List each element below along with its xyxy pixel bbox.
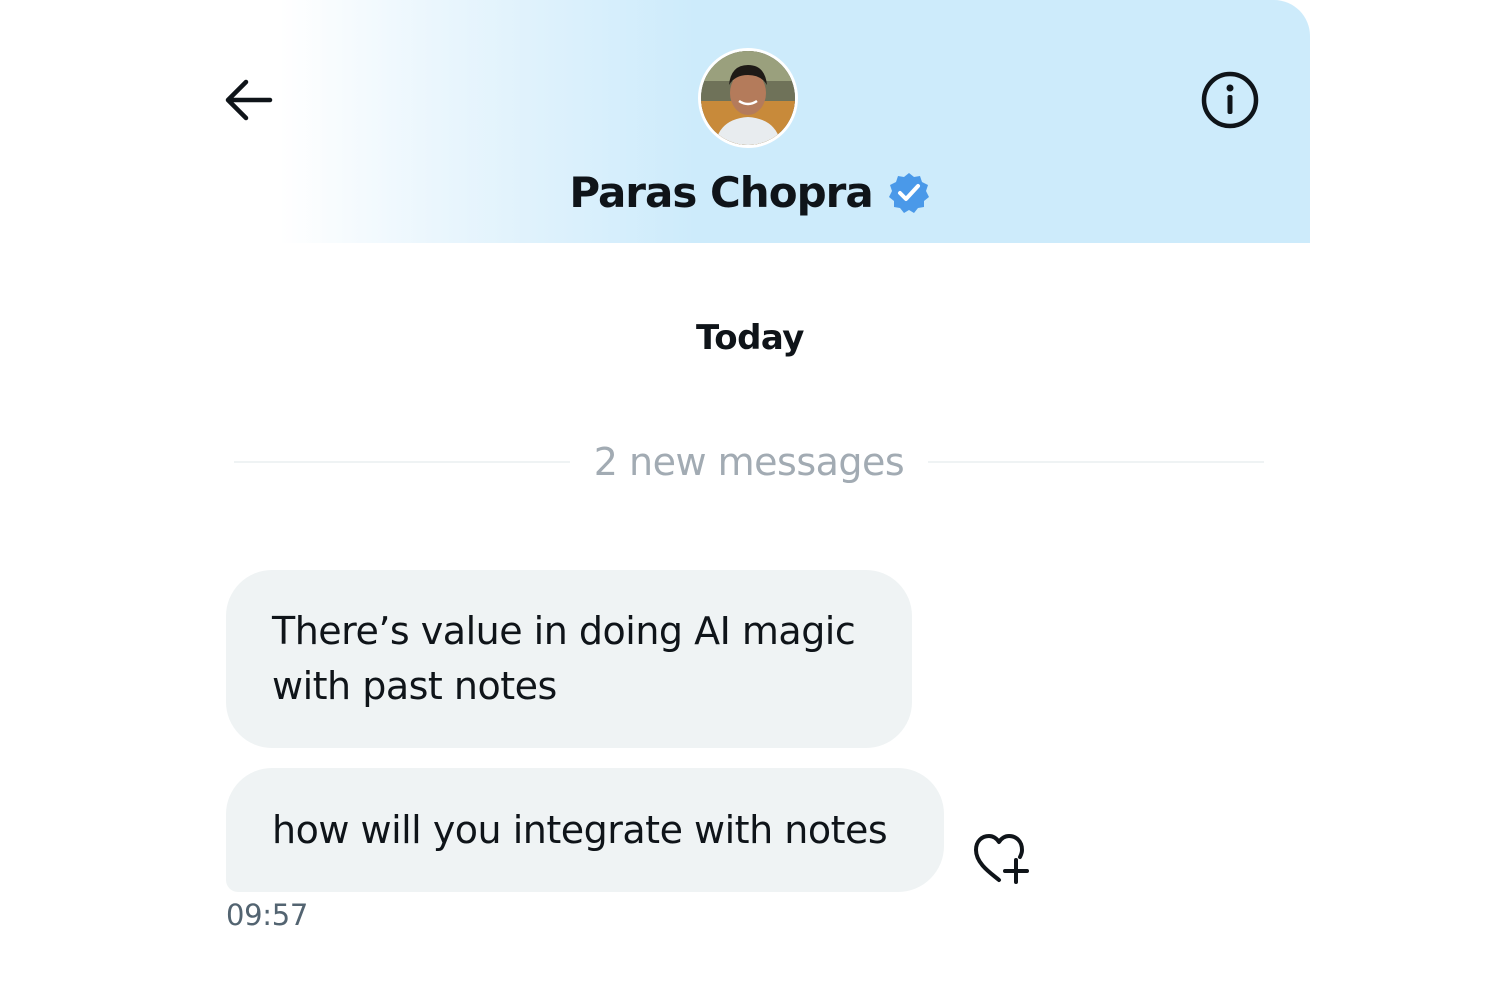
- contact-name: Paras Chopra: [569, 167, 873, 217]
- message-text: how will you integrate with notes: [272, 807, 888, 852]
- back-button[interactable]: [220, 72, 276, 128]
- divider-line-right: [928, 461, 1265, 463]
- divider-line-left: [234, 461, 570, 463]
- add-reaction-button[interactable]: [968, 828, 1034, 890]
- contact-name-row: Paras Chopra: [190, 160, 1310, 224]
- info-circle-icon: [1201, 71, 1259, 129]
- arrow-left-icon: [225, 79, 273, 121]
- dm-conversation-screen: Paras Chopra Today 2 new messages There’…: [190, 0, 1310, 1000]
- heart-plus-icon: [974, 834, 1029, 884]
- conversation-info-button[interactable]: [1200, 70, 1260, 130]
- avatar-image: [701, 51, 795, 145]
- message-text: There’s value in doing AI magic with pas…: [272, 609, 856, 708]
- message-bubble[interactable]: how will you integrate with notes: [226, 768, 944, 892]
- new-messages-label: 2 new messages: [593, 440, 905, 484]
- new-messages-divider: 2 new messages: [234, 432, 1265, 492]
- avatar[interactable]: [698, 48, 798, 148]
- message-bubble[interactable]: There’s value in doing AI magic with pas…: [226, 570, 912, 748]
- verified-badge-icon: [887, 171, 931, 215]
- conversation-header: Paras Chopra: [190, 0, 1310, 243]
- date-separator: Today: [696, 318, 804, 358]
- message-timestamp: 09:57: [226, 898, 309, 932]
